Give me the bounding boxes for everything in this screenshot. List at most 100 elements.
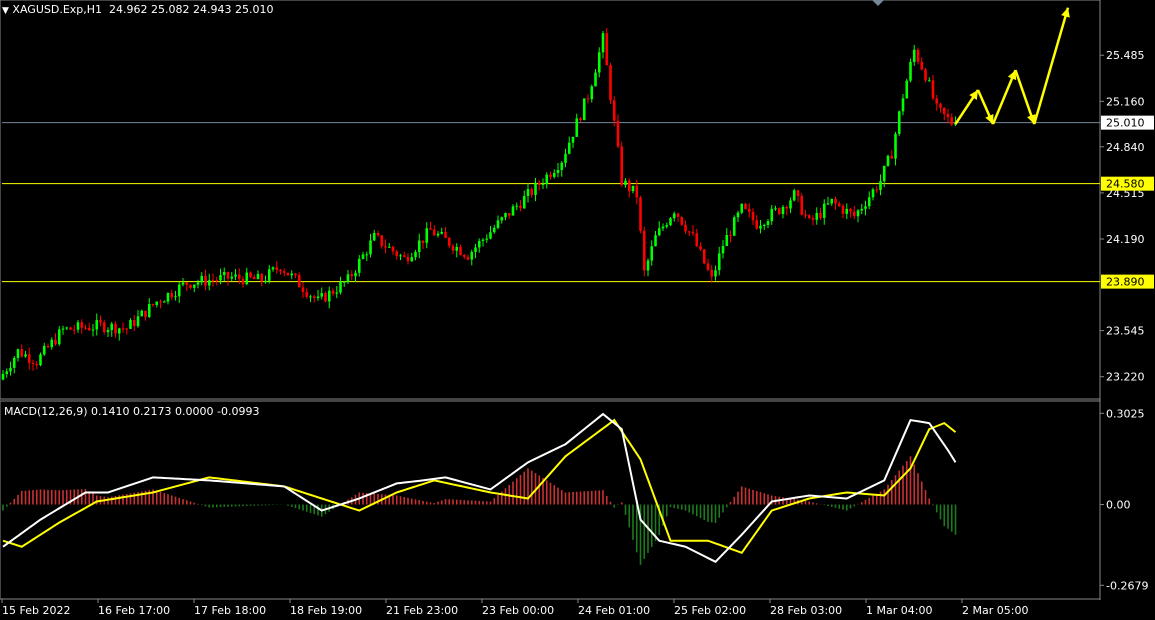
candle-body [819, 212, 822, 218]
candle-body [687, 231, 691, 233]
candle-body [864, 206, 867, 209]
candle-body [237, 274, 241, 279]
candle-body [672, 213, 676, 219]
candle-body [372, 232, 376, 241]
candle-body [811, 218, 815, 220]
candle-body [766, 221, 770, 226]
candle-body [286, 272, 290, 276]
candle-body [834, 198, 837, 204]
candle-body [586, 98, 590, 100]
candle-body [594, 72, 597, 87]
candle-body [376, 232, 380, 236]
candle-body [481, 239, 485, 241]
candle-body [211, 280, 215, 282]
candle-body [16, 349, 20, 358]
candle-body [42, 345, 46, 355]
candle-body [639, 197, 642, 231]
candle-body [294, 273, 297, 276]
candle-body [320, 293, 324, 297]
candle-body [387, 246, 391, 248]
candle-body [9, 367, 12, 372]
candle-body [69, 327, 72, 330]
candle-body [680, 216, 684, 225]
candle-body [215, 280, 219, 282]
candle-body [755, 220, 759, 229]
candle-body [909, 61, 912, 81]
candle-body [87, 327, 91, 331]
candle-body [102, 322, 106, 333]
candle-body [537, 182, 541, 185]
candle-body [57, 329, 61, 345]
candle-body [635, 185, 639, 198]
candle-body [552, 172, 556, 177]
candle-body [35, 363, 39, 366]
candle-body [451, 245, 455, 251]
candle-body [264, 280, 267, 282]
level-price-label: 23.890 [1106, 276, 1145, 289]
candle-body [526, 189, 530, 197]
candle-body [706, 263, 710, 270]
candle-body [650, 246, 654, 261]
candle-body [751, 211, 755, 221]
candle-body [136, 316, 140, 327]
price-tick-label: 24.840 [1106, 141, 1145, 154]
candle-body [702, 249, 706, 264]
candle-body [192, 284, 196, 288]
candle-body [339, 281, 342, 293]
candle-body [106, 330, 110, 333]
candle-body [646, 260, 650, 271]
candle-body [564, 153, 567, 163]
chart-canvas[interactable]: 25.48525.16024.84024.51524.19023.54523.2… [0, 0, 1155, 620]
candle-body [181, 282, 185, 285]
candle-body [879, 181, 882, 191]
candle-body [830, 198, 834, 204]
candle-body [721, 246, 725, 254]
macd-header: MACD(12,26,9) 0.1410 0.2173 0.0000 -0.09… [4, 405, 260, 418]
candle-body [402, 255, 406, 257]
candle-body [350, 274, 354, 277]
candle-body [91, 329, 95, 331]
projection-arrows[interactable] [954, 7, 1070, 125]
time-tick-label: 17 Feb 18:00 [194, 604, 266, 617]
candle-body [732, 217, 736, 236]
candle-body [140, 310, 144, 317]
candle-body [110, 323, 114, 331]
candle-body [849, 208, 852, 212]
candle-body [740, 203, 744, 213]
candle-body [99, 320, 102, 323]
price-tick-label: 25.485 [1106, 49, 1145, 62]
candle-body [470, 251, 474, 260]
candle-body [76, 322, 80, 330]
candle-body [504, 213, 507, 218]
candle-body [867, 197, 871, 207]
candle-body [114, 323, 117, 334]
candle-body [871, 189, 875, 198]
candle-body [519, 205, 522, 209]
candle-body [556, 169, 560, 173]
candle-body [729, 234, 732, 236]
candle-body [301, 287, 305, 293]
candle-body [159, 301, 162, 303]
candle-body [395, 251, 399, 257]
candle-body [725, 234, 729, 247]
candle-body [252, 276, 256, 280]
candle-body [620, 146, 624, 185]
candle-body [560, 162, 564, 170]
candle-body [297, 275, 301, 288]
candle-body [890, 155, 894, 159]
candle-body [12, 357, 16, 368]
candle-body [717, 253, 721, 271]
candle-body [155, 301, 159, 305]
candle-body [601, 33, 605, 53]
candle-body [417, 240, 421, 252]
horizontal-levels[interactable] [2, 122, 1100, 283]
candle-body [789, 200, 792, 209]
candle-body [267, 269, 271, 281]
candle-body [151, 304, 155, 306]
candle-body [489, 232, 492, 239]
candle-body [361, 254, 365, 259]
candle-body [166, 292, 170, 302]
dropdown-triangle-icon[interactable]: ▼ [2, 6, 9, 16]
candle-body [421, 240, 425, 243]
candle-body [822, 203, 826, 218]
